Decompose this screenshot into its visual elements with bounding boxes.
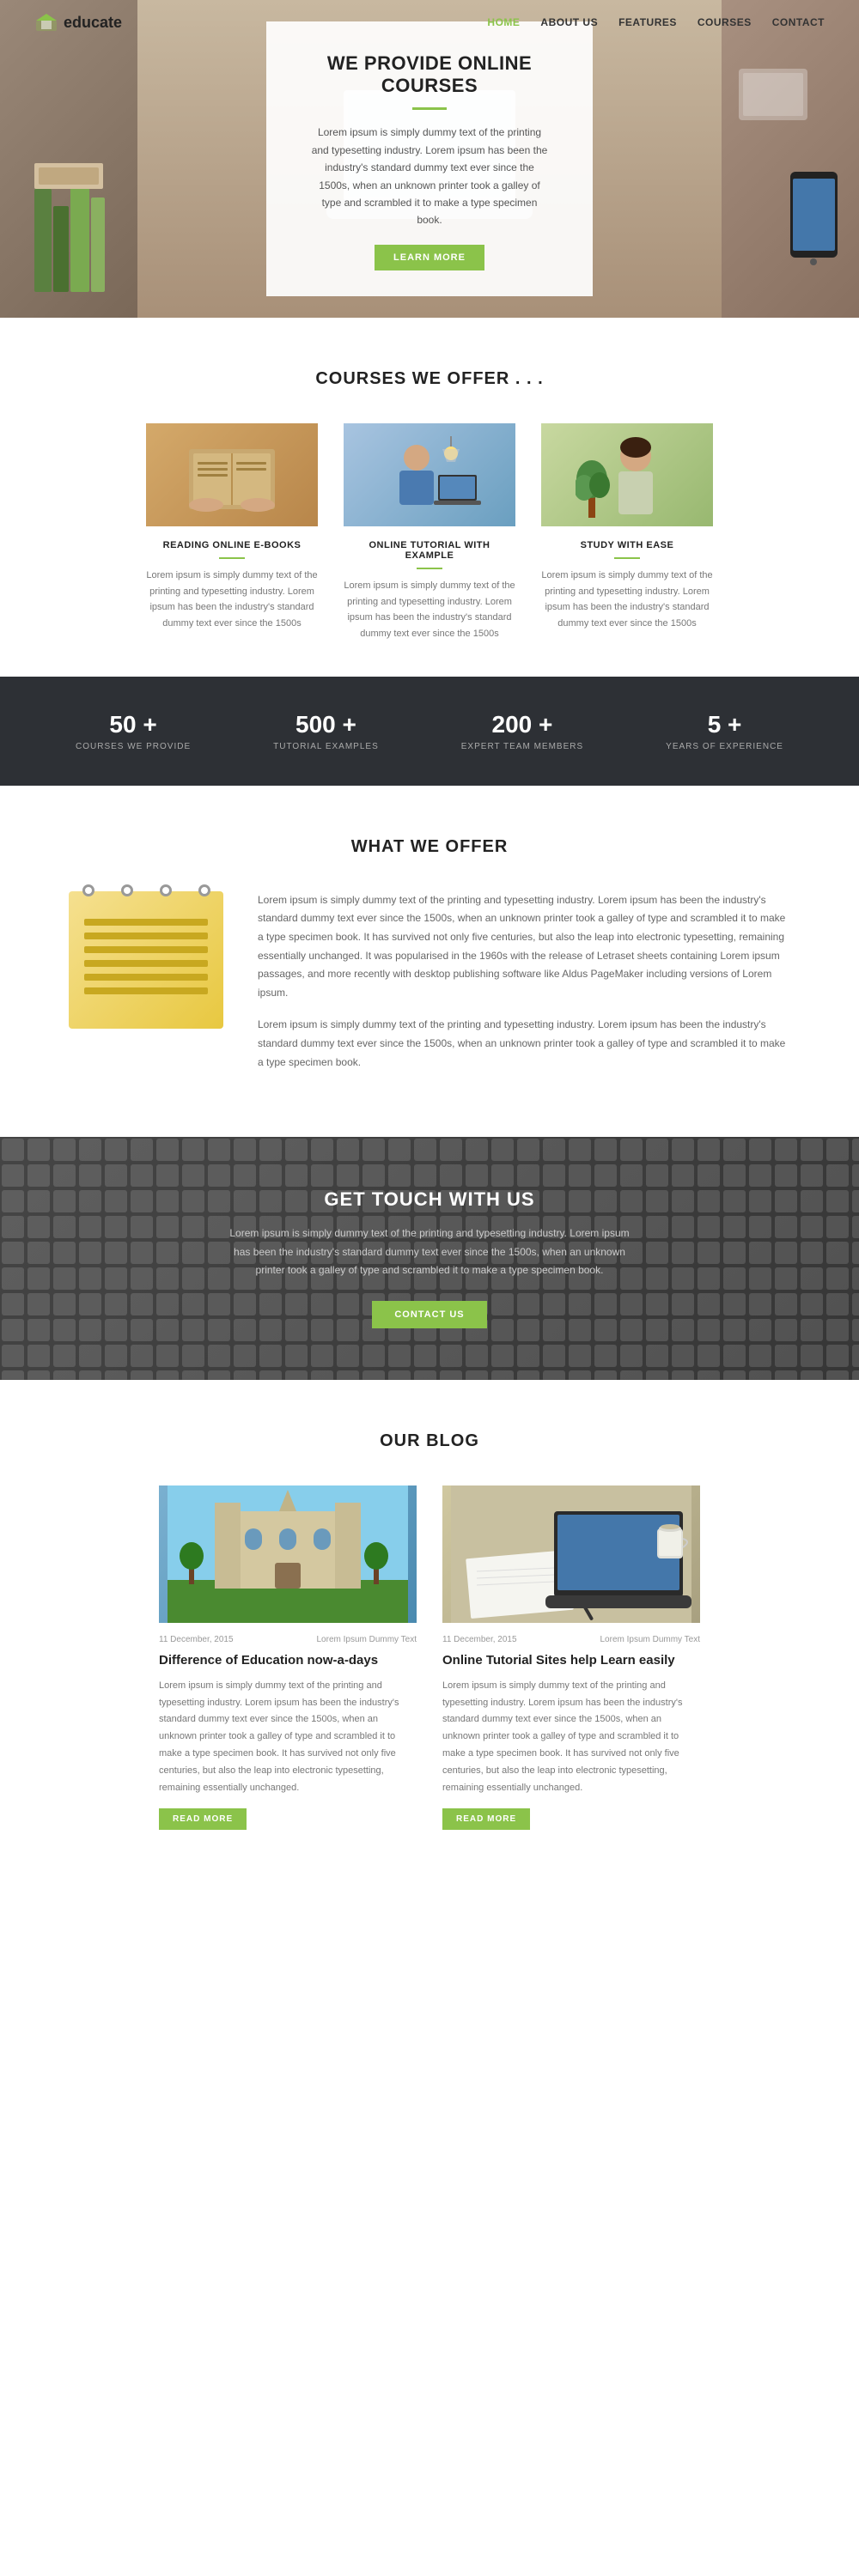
blog-post-title-2: Online Tutorial Sites help Learn easily: [442, 1651, 700, 1669]
logo-icon: [34, 12, 58, 33]
stat-experience-number: 5 +: [666, 711, 783, 738]
blog-img-1: [159, 1485, 417, 1623]
courses-section: COURSES WE OFFER . . . READING O: [0, 318, 859, 677]
nav-contact[interactable]: CONTACT: [772, 16, 825, 28]
course-card-study: STUDY WITH EASE Lorem ipsum is simply du…: [541, 423, 713, 642]
offer-texts: Lorem ipsum is simply dummy text of the …: [258, 891, 790, 1085]
course-img-reading: [146, 423, 318, 526]
course-underline-tutorial: [417, 568, 442, 569]
touch-contact-button[interactable]: CONTACT US: [372, 1301, 486, 1328]
blog-category-1: Lorem Ipsum Dummy Text: [316, 1635, 417, 1644]
laptop-desk-svg: [451, 1485, 691, 1623]
notepad-line-3: [84, 946, 208, 953]
course-card-reading: READING ONLINE E-BOOKS Lorem ipsum is si…: [146, 423, 318, 642]
course-img-tutorial: [344, 423, 515, 526]
blog-section: OUR BLOG: [0, 1380, 859, 1882]
logo-text: educate: [64, 14, 122, 32]
stats-section: 50 + COURSES WE PROVIDE 500 + TUTORIAL E…: [0, 677, 859, 786]
course-card-tutorial: ONLINE TUTORIAL WITH EXAMPLE Lorem ipsum…: [344, 423, 515, 642]
touch-section: GET TOUCH WITH US Lorem ipsum is simply …: [0, 1137, 859, 1380]
course-underline-reading: [219, 557, 245, 559]
hero-text: Lorem ipsum is simply dummy text of the …: [309, 124, 550, 228]
blog-img-2: [442, 1485, 700, 1623]
course-title-reading: READING ONLINE E-BOOKS: [146, 540, 318, 550]
nav-courses[interactable]: COURSES: [698, 16, 752, 28]
nav-about[interactable]: ABOUT US: [540, 16, 598, 28]
nav-home[interactable]: HOME: [487, 16, 520, 28]
notepad-ring-3: [160, 884, 172, 896]
offer-section: WHAT WE OFFER Lorem ipsum is simply dumm…: [0, 786, 859, 1137]
offer-paragraph-1: Lorem ipsum is simply dummy text of the …: [258, 891, 790, 1003]
stat-courses: 50 + COURSES WE PROVIDE: [76, 711, 191, 751]
notepad-line-4: [84, 960, 208, 967]
blog-category-2: Lorem Ipsum Dummy Text: [600, 1635, 700, 1644]
notepad-ring-1: [82, 884, 94, 896]
blog-post-text-1: Lorem ipsum is simply dummy text of the …: [159, 1678, 417, 1797]
nav-features[interactable]: FEATURES: [618, 16, 677, 28]
blog-meta-1: 11 December, 2015 Lorem Ipsum Dummy Text: [159, 1635, 417, 1644]
hero-left-deco: [0, 0, 137, 318]
touch-text: Lorem ipsum is simply dummy text of the …: [223, 1224, 636, 1280]
notepad-line-5: [84, 974, 208, 981]
blog-date-2: 11 December, 2015: [442, 1635, 517, 1644]
hero-overlay: WE PROVIDE ONLINE COURSES Lorem ipsum is…: [266, 21, 593, 295]
blog-card-1: 11 December, 2015 Lorem Ipsum Dummy Text…: [159, 1485, 417, 1831]
offer-notepad-img: [69, 891, 223, 1029]
stat-team: 200 + EXPERT TEAM MEMBERS: [461, 711, 583, 751]
hero-section: WE PROVIDE ONLINE COURSES Lorem ipsum is…: [0, 0, 859, 318]
stat-experience: 5 + YEARS OF EXPERIENCE: [666, 711, 783, 751]
courses-title: COURSES WE OFFER . . .: [34, 369, 825, 389]
notepad-line-6: [84, 987, 208, 994]
stat-tutorials: 500 + TUTORIAL EXAMPLES: [273, 711, 379, 751]
offer-content: Lorem ipsum is simply dummy text of the …: [69, 891, 790, 1085]
stat-tutorials-number: 500 +: [273, 711, 379, 738]
reading-img: [180, 432, 283, 518]
hero-underline: [412, 107, 447, 110]
notepad-lines: [84, 919, 208, 1001]
course-underline-study: [614, 557, 640, 559]
study-img: [576, 432, 679, 518]
blog-card-2: 11 December, 2015 Lorem Ipsum Dummy Text…: [442, 1485, 700, 1831]
stat-team-number: 200 +: [461, 711, 583, 738]
course-title-tutorial: ONLINE TUTORIAL WITH EXAMPLE: [344, 540, 515, 561]
course-text-reading: Lorem ipsum is simply dummy text of the …: [146, 568, 318, 632]
blog-meta-2: 11 December, 2015 Lorem Ipsum Dummy Text: [442, 1635, 700, 1644]
blog-date-1: 11 December, 2015: [159, 1635, 234, 1644]
touch-content: GET TOUCH WITH US Lorem ipsum is simply …: [69, 1188, 790, 1328]
notepad-line-2: [84, 933, 208, 939]
touch-title: GET TOUCH WITH US: [69, 1188, 790, 1211]
course-title-study: STUDY WITH EASE: [541, 540, 713, 550]
logo[interactable]: educate: [34, 12, 122, 33]
tutorial-img: [378, 432, 481, 518]
blog-read-more-button-2[interactable]: READ MORE: [442, 1808, 530, 1830]
blog-post-text-2: Lorem ipsum is simply dummy text of the …: [442, 1678, 700, 1797]
hero-learn-more-button[interactable]: LEARN MORE: [375, 245, 484, 270]
building-svg: [168, 1485, 408, 1623]
notepad-rings: [69, 884, 223, 896]
offer-paragraph-2: Lorem ipsum is simply dummy text of the …: [258, 1016, 790, 1072]
navbar: educate HOME ABOUT US FEATURES COURSES C…: [0, 0, 859, 45]
stat-courses-label: COURSES WE PROVIDE: [76, 742, 191, 751]
blog-read-more-button-1[interactable]: READ MORE: [159, 1808, 247, 1830]
stat-courses-number: 50 +: [76, 711, 191, 738]
blog-post-title-1: Difference of Education now-a-days: [159, 1651, 417, 1669]
books-deco: [26, 137, 129, 309]
nav-links: HOME ABOUT US FEATURES COURSES CONTACT: [487, 16, 825, 28]
course-text-study: Lorem ipsum is simply dummy text of the …: [541, 568, 713, 632]
offer-title: WHAT WE OFFER: [69, 837, 790, 857]
hero-right-deco: [722, 0, 859, 318]
phone-deco: [722, 0, 859, 318]
notepad-line-1: [84, 919, 208, 926]
course-text-tutorial: Lorem ipsum is simply dummy text of the …: [344, 578, 515, 642]
course-img-study: [541, 423, 713, 526]
hero-title: WE PROVIDE ONLINE COURSES: [309, 52, 550, 97]
stat-experience-label: YEARS OF EXPERIENCE: [666, 742, 783, 751]
blog-title: OUR BLOG: [34, 1431, 825, 1451]
notepad-ring-2: [121, 884, 133, 896]
stat-tutorials-label: TUTORIAL EXAMPLES: [273, 742, 379, 751]
stat-team-label: EXPERT TEAM MEMBERS: [461, 742, 583, 751]
blog-grid: 11 December, 2015 Lorem Ipsum Dummy Text…: [34, 1485, 825, 1831]
courses-grid: READING ONLINE E-BOOKS Lorem ipsum is si…: [34, 423, 825, 642]
notepad-ring-4: [198, 884, 210, 896]
